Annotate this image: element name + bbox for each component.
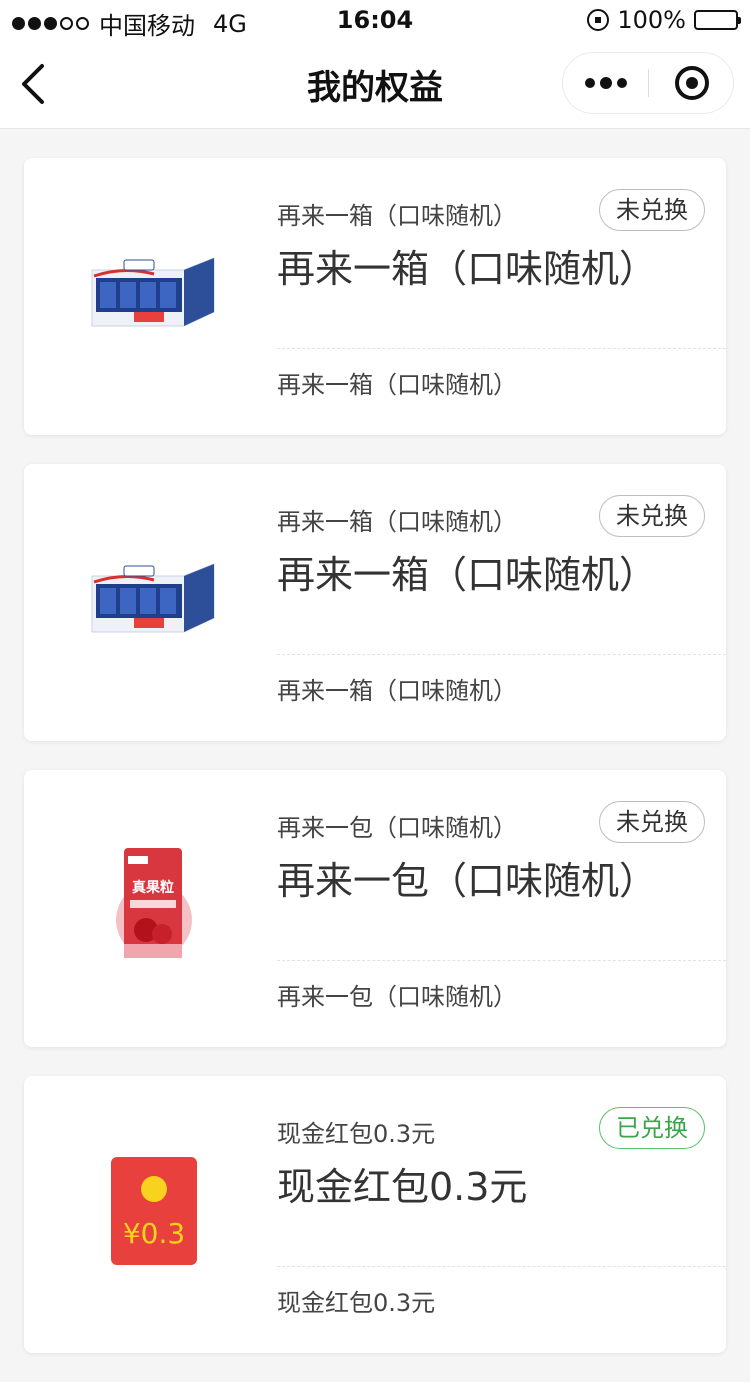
status-badge: 未兑换: [599, 801, 705, 843]
capsule-divider: [648, 69, 649, 97]
benefit-card[interactable]: 真果粒 再来一包（口味随机） 再来一包（口味随机） 未兑换 再来一包（口味随机）: [24, 770, 726, 1047]
card-divider: [277, 348, 726, 349]
more-dot-icon: [600, 77, 612, 89]
benefits-list: 再来一箱（口味随机） 再来一箱（口味随机） 未兑换 再来一箱（口味随机） 再来一…: [24, 158, 726, 1382]
benefit-card[interactable]: ¥0.3 现金红包0.3元 现金红包0.3元 已兑换 现金红包0.3元: [24, 1076, 726, 1353]
card-subtitle: 再来一包（口味随机）: [277, 814, 517, 842]
card-subtitle: 再来一箱（口味随机）: [277, 508, 517, 536]
card-divider: [277, 1266, 726, 1267]
status-bar: 中国移动 4G 16:04 100%: [0, 0, 750, 40]
card-divider: [277, 960, 726, 961]
drink-pack-icon: 真果粒: [64, 810, 244, 1000]
amount-text: ¥0.3: [123, 1217, 185, 1250]
card-note: 再来一箱（口味随机）: [277, 677, 517, 705]
milk-box-icon: [64, 198, 244, 388]
card-note: 再来一箱（口味随机）: [277, 371, 517, 399]
red-envelope-icon: ¥0.3: [64, 1116, 244, 1306]
card-subtitle: 现金红包0.3元: [277, 1120, 436, 1148]
battery-icon: [694, 10, 741, 30]
target-icon: [675, 66, 709, 100]
menu-capsule: [562, 52, 734, 114]
rotation-lock-icon: [587, 9, 610, 31]
card-note: 再来一包（口味随机）: [277, 983, 517, 1011]
card-title: 再来一箱（口味随机）: [277, 553, 658, 597]
card-title: 再来一包（口味随机）: [277, 859, 658, 903]
benefit-card[interactable]: 再来一箱（口味随机） 再来一箱（口味随机） 未兑换 再来一箱（口味随机）: [24, 464, 726, 741]
more-button[interactable]: [563, 53, 649, 113]
benefit-card[interactable]: 再来一箱（口味随机） 再来一箱（口味随机） 未兑换 再来一箱（口味随机）: [24, 158, 726, 435]
status-badge: 已兑换: [599, 1107, 705, 1149]
milk-box-icon: [64, 504, 244, 694]
status-badge: 未兑换: [599, 495, 705, 537]
card-title: 再来一箱（口味随机）: [277, 247, 658, 291]
more-dot-icon: [585, 78, 595, 88]
close-miniprogram-button[interactable]: [650, 53, 734, 113]
status-badge: 未兑换: [599, 189, 705, 231]
card-divider: [277, 654, 726, 655]
battery-percent: 100%: [617, 6, 686, 34]
card-note: 现金红包0.3元: [277, 1289, 436, 1317]
nav-bar: 我的权益: [0, 40, 750, 129]
more-dot-icon: [617, 78, 627, 88]
brand-text: 真果粒: [132, 879, 174, 896]
status-right: 100%: [587, 6, 741, 34]
card-title: 现金红包0.3元: [277, 1165, 528, 1209]
card-subtitle: 再来一箱（口味随机）: [277, 202, 517, 230]
